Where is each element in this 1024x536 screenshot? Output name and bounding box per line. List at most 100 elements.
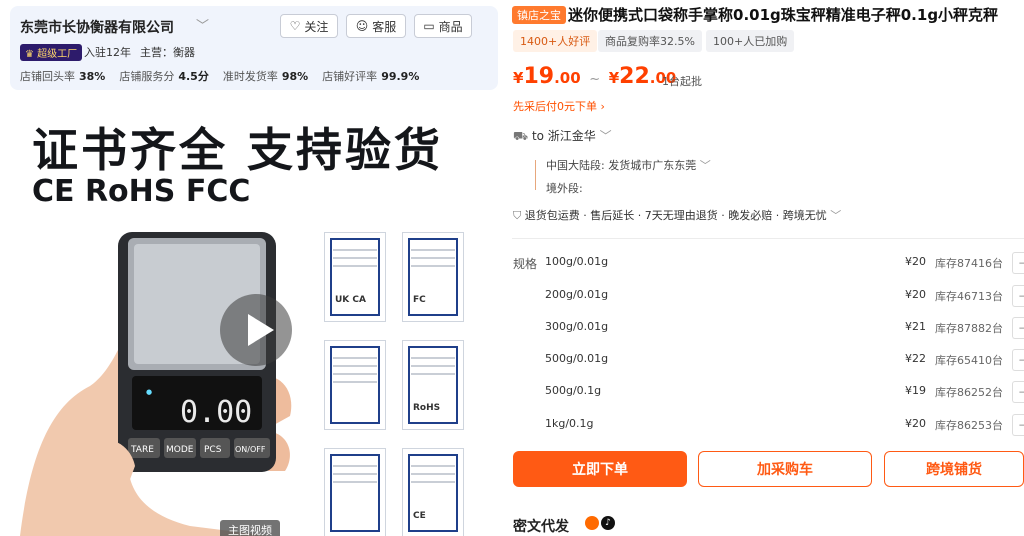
certificate-thumbnail[interactable]: UK CA (324, 232, 386, 322)
customer-service-button[interactable]: ☺ 客服 (346, 14, 406, 38)
qty-decrease-button[interactable]: − (1012, 252, 1024, 274)
spec-stock: 库存87882台 (935, 322, 1003, 335)
heart-plus-icon: ♡ (289, 19, 301, 33)
shipping-route-line (535, 160, 536, 190)
overseas-shipping: 境外段: (546, 182, 583, 195)
spec-name: 500g/0.1g (545, 384, 602, 397)
spec-price: ¥19 (905, 384, 926, 397)
spec-name: 500g/0.01g (545, 352, 609, 365)
qty-decrease-button[interactable]: − (1012, 381, 1024, 403)
shop-years: 入驻12年 (84, 46, 131, 59)
secret-dropship-label: 密文代发 (513, 519, 569, 535)
image-headline: 证书齐全 支持验货 (32, 123, 444, 177)
spec-name: 300g/0.01g (545, 320, 609, 333)
product-main-image[interactable]: 证书齐全 支持验货 CE RoHS FCC ● 0.00 TARE MODE P… (10, 96, 498, 536)
weighing-mode-indicator: ● (146, 388, 152, 396)
qty-decrease-button[interactable]: − (1012, 317, 1024, 339)
price-low-decimal: .00 (554, 69, 581, 87)
scale-illustration: ● 0.00 TARE MODE PCS ON/OFF (20, 232, 292, 536)
currency-symbol: ¥ (513, 69, 524, 87)
add-to-cart-button[interactable]: 加采购车 (698, 451, 872, 487)
price-separator: ~ (589, 72, 601, 87)
stat-service-score: 店铺服务分 4.5分 (119, 70, 209, 83)
scale-button-pcs: PCS (204, 445, 222, 455)
spec-label: 规格 (513, 257, 538, 271)
spec-stock: 库存87416台 (935, 257, 1003, 270)
certificate-thumbnail[interactable]: CE (402, 448, 464, 536)
qty-decrease-button[interactable]: − (1012, 349, 1024, 371)
cart-count-tag: 100+人已加购 (706, 30, 795, 52)
chevron-down-icon: ﹀ (699, 159, 711, 172)
spec-name: 100g/0.01g (545, 255, 609, 268)
shop-stats: 店铺回头率 38% 店铺服务分 4.5分 准时发货率 98% 店铺好评率 99.9% (20, 68, 419, 84)
image-subline: CE RoHS FCC (32, 174, 251, 209)
qty-decrease-button[interactable]: − (1012, 285, 1024, 307)
spec-stock: 库存86253台 (935, 419, 1003, 432)
cert-logo: FC (413, 295, 426, 305)
cert-logo: RoHS (413, 403, 441, 413)
certificate-thumbnail[interactable]: RoHS (402, 340, 464, 430)
main-video-tab[interactable]: 主图视频 (220, 520, 280, 536)
price-range: ¥19.00 ~ ¥22.00 (513, 64, 676, 89)
follow-button[interactable]: ♡ 关注 (280, 14, 338, 38)
spec-name: 1kg/0.1g (545, 417, 594, 430)
spec-price: ¥20 (905, 417, 926, 430)
certificate-thumbnail[interactable]: FC (402, 232, 464, 322)
spec-stock: 库存86252台 (935, 386, 1003, 399)
scale-button-tare: TARE (130, 445, 154, 455)
douyin-icon[interactable]: ♪ (601, 516, 615, 530)
mainland-value: 发货城市广东东莞 (608, 159, 697, 172)
qty-decrease-button[interactable]: − (1012, 414, 1024, 436)
super-factory-badge: ♛ 超级工厂 (20, 44, 83, 61)
repurchase-tag: 商品复购率32.5% (598, 30, 702, 52)
spec-stock: 库存46713台 (935, 290, 1003, 303)
play-video-button[interactable] (220, 294, 292, 366)
cert-logo: CE (413, 511, 426, 521)
store-treasure-tag: 镇店之宝 (512, 6, 566, 24)
chevron-down-icon: ﹀ (599, 129, 612, 143)
chevron-right-icon: › (600, 100, 605, 113)
ship-destination[interactable]: ⛟ to 浙江金华 ﹀ (513, 127, 612, 145)
service-guarantees[interactable]: ⛉ 退货包运费 · 售后延长 · 7天无理由退货 · 晚发必赔 · 跨境无忧 ﹀ (513, 207, 841, 223)
shop-card: 东莞市长协衡器有限公司 ﹀ ♡ 关注 ☺ 客服 ▭ 商品 ♛ 超级工厂 入驻12… (10, 6, 498, 90)
review-count-tag: 1400+人好评 (513, 30, 598, 52)
price-low: 19 (523, 64, 555, 89)
goods-label: 商品 (438, 19, 463, 34)
spec-price: ¥20 (905, 255, 926, 268)
factory-badge-text: 超级工厂 (37, 49, 78, 60)
stat-return-rate: 店铺回头率 38% (20, 70, 106, 83)
spec-stock: 库存65410台 (935, 354, 1003, 367)
stat-good-rate: 店铺好评率 99.9% (322, 70, 420, 83)
taobao-icon[interactable] (585, 516, 599, 530)
chevron-down-icon: ﹀ (830, 209, 842, 222)
scale-button-onoff: ON/OFF (235, 445, 266, 454)
shop-main-business: 主营：衡器 (140, 46, 195, 59)
cert-logo: UK CA (335, 295, 366, 305)
scale-button-mode: MODE (166, 445, 194, 455)
spec-price: ¥22 (905, 352, 926, 365)
cross-border-button[interactable]: 跨境铺货 (884, 451, 1024, 487)
follow-label: 关注 (304, 19, 329, 34)
mainland-label: 中国大陆段: (546, 159, 605, 172)
shop-icon: ▭ (423, 19, 435, 33)
spec-price: ¥21 (905, 320, 926, 333)
scale-display: 0.00 (180, 395, 252, 430)
shop-name[interactable]: 东莞市长协衡器有限公司 (20, 17, 174, 37)
mainland-shipping[interactable]: 中国大陆段: 发货城市广东东莞 ﹀ (546, 157, 711, 173)
spec-name: 200g/0.01g (545, 288, 609, 301)
chevron-down-icon[interactable]: ﹀ (196, 15, 209, 34)
shield-icon: ⛉ (513, 209, 522, 222)
goods-button[interactable]: ▭ 商品 (414, 14, 472, 38)
currency-symbol: ¥ (608, 69, 620, 87)
certificate-thumbnail[interactable] (324, 448, 386, 536)
product-title: 迷你便携式口袋称手掌称0.01g珠宝秤精准电子秤0.1g小秤克秤 (568, 6, 999, 24)
service-label: 客服 (372, 19, 397, 34)
buy-now-button[interactable]: 立即下单 (513, 451, 687, 487)
play-icon (248, 314, 274, 346)
certificate-thumbnail[interactable] (324, 340, 386, 430)
chat-icon: ☺ (355, 19, 369, 33)
ship-to-text: to 浙江金华 (531, 129, 596, 143)
min-order: 1台起批 (662, 75, 702, 88)
pay-later-link[interactable]: 先采后付0元下单 › (513, 98, 605, 114)
pay-later-text: 先采后付0元下单 (513, 100, 597, 113)
